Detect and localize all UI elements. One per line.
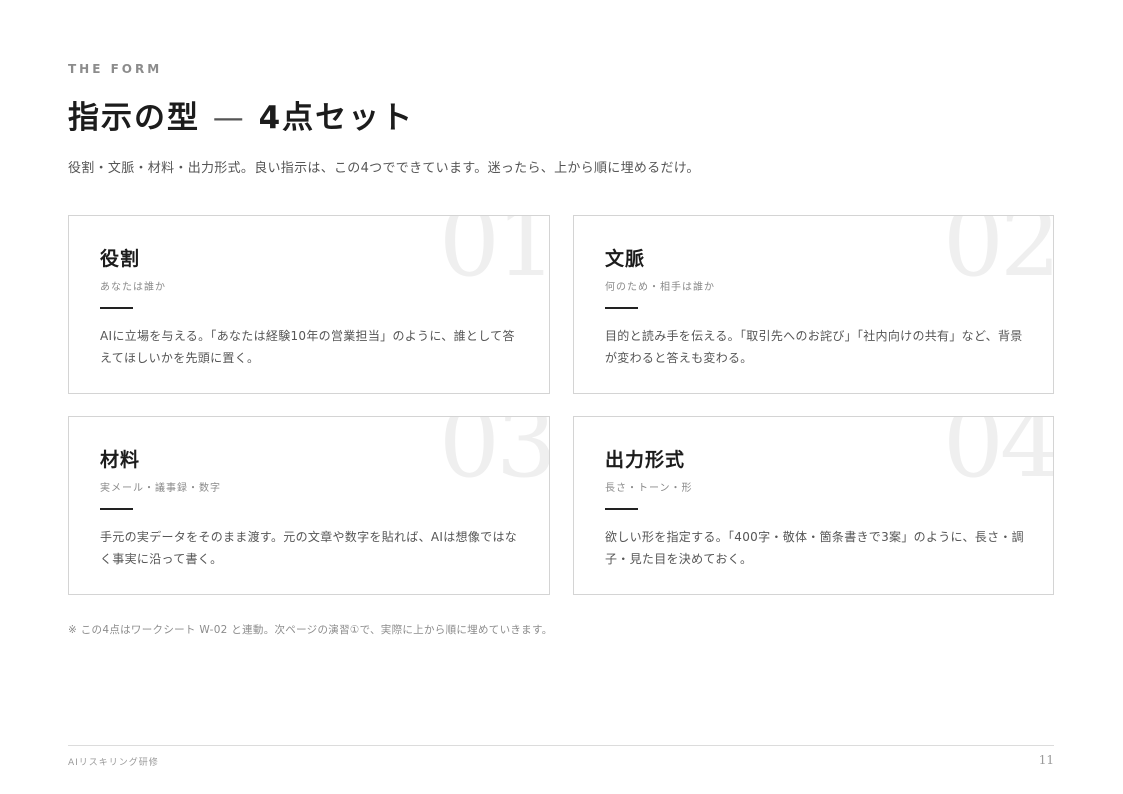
title-tail: 4点セット	[258, 100, 415, 136]
card-number: 03	[438, 416, 550, 499]
card-divider	[100, 307, 133, 309]
title-main: 指示の型	[68, 100, 200, 136]
card-subtitle: あなたは誰か	[100, 282, 166, 293]
card-subtitle: 何のため・相手は誰か	[605, 282, 715, 293]
page-title: 指示の型 — 4点セット	[68, 92, 414, 137]
card-divider	[605, 508, 638, 510]
card-grid: 01 役割 あなたは誰か AIに立場を与える。「あなたは経験10年の営業担当」の…	[68, 215, 1054, 595]
card-body: AIに立場を与える。「あなたは経験10年の営業担当」のように、誰として答えてほし…	[100, 329, 515, 365]
card-body: 目的と読み手を伝える。「取引先へのお詫び」「社内向けの共有」など、背景が変わると…	[605, 329, 1023, 365]
lead-text: 役割・文脈・材料・出力形式。良い指示は、この4つでできています。迷ったら、上から…	[68, 161, 700, 176]
card-number: 01	[438, 215, 550, 298]
card-subtitle: 実メール・議事録・数字	[100, 483, 221, 494]
card-context: 02 文脈 何のため・相手は誰か 目的と読み手を伝える。「取引先へのお詫び」「社…	[573, 215, 1054, 394]
card-number: 04	[942, 416, 1054, 499]
footnote: ※ この4点はワークシート W-02 と連動。次ページの演習①で、実際に上から順…	[68, 624, 553, 636]
card-body: 手元の実データをそのまま渡す。元の文章や数字を貼れば、AIは想像ではなく事実に沿…	[100, 530, 518, 566]
card-title: 材料	[100, 449, 141, 471]
card-title: 役割	[100, 248, 141, 270]
card-body: 欲しい形を指定する。「400字・敬体・箇条書きで3案」のように、長さ・調子・見た…	[605, 530, 1024, 566]
card-divider	[100, 508, 133, 510]
card-number: 02	[942, 215, 1054, 298]
footer-divider	[68, 745, 1054, 746]
card-title: 出力形式	[605, 449, 686, 471]
page-number: 11	[1038, 753, 1054, 767]
title-separator: —	[212, 100, 246, 136]
footer-course-name: AIリスキリング研修	[68, 758, 159, 768]
card-role: 01 役割 あなたは誰か AIに立場を与える。「あなたは経験10年の営業担当」の…	[68, 215, 550, 394]
card-title: 文脈	[605, 248, 646, 270]
eyebrow-label: THE FORM	[68, 62, 163, 76]
card-divider	[605, 307, 638, 309]
card-material: 03 材料 実メール・議事録・数字 手元の実データをそのまま渡す。元の文章や数字…	[68, 416, 550, 595]
card-output-format: 04 出力形式 長さ・トーン・形 欲しい形を指定する。「400字・敬体・箇条書き…	[573, 416, 1054, 595]
card-subtitle: 長さ・トーン・形	[605, 483, 693, 494]
